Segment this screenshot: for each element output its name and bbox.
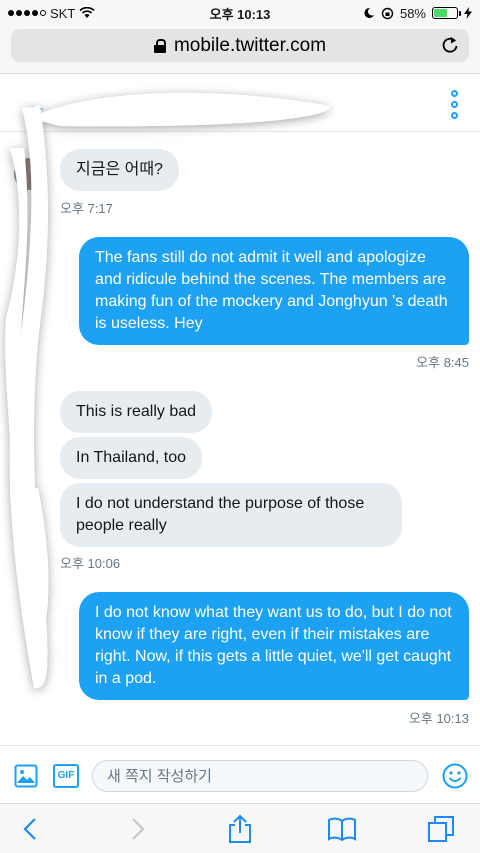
url-text: mobile.twitter.com [173,34,327,56]
reload-icon[interactable] [441,36,459,54]
emoji-icon[interactable] [442,763,468,789]
bookmarks-icon[interactable] [327,814,357,844]
image-upload-icon[interactable] [14,764,38,788]
message-timestamp: 오후 10:13 [408,711,469,726]
message-bubble-incoming: I do not understand the purpose of those… [60,483,402,547]
share-icon[interactable] [225,814,255,844]
vertical-dots-icon[interactable] [448,90,460,119]
browser-back-icon[interactable] [16,814,46,844]
status-bar: SKT 오후 10:13 58% [0,0,480,26]
message-bubble-outgoing: The fans still do not admit it well and … [79,237,469,345]
battery-level [434,9,447,17]
carrier-signal: SKT [8,6,95,21]
battery-icon [432,7,461,19]
conversation-header: ← [0,74,480,132]
gif-button[interactable]: GIF [53,764,79,788]
message-bubble-incoming: In Thailand, too [60,437,203,479]
avatar[interactable] [14,158,46,190]
battery-percent: 58% [399,5,426,21]
browser-toolbar [0,803,480,853]
tabs-icon[interactable] [426,814,456,844]
message-bubble-incoming: This is really bad [60,391,213,433]
signal-strength-icon [8,10,46,16]
do-not-disturb-icon [364,7,374,18]
charging-bolt-icon [464,7,472,19]
browser-forward-icon[interactable] [122,814,152,844]
message-bubble-incoming: 지금은 어때? [60,149,179,191]
message-composer: GIF [0,745,480,803]
message-bubble-outgoing: I do not know what they want us to do, b… [79,592,469,700]
rotation-lock-icon [381,7,394,19]
wifi-icon [79,7,95,18]
carrier-name: SKT [50,5,76,21]
message-timestamp: 오후 8:45 [416,355,469,370]
browser-address-area: mobile.twitter.com [0,26,480,74]
message-timestamp: 오후 7:17 [60,201,113,216]
message-timestamp: 오후 10:06 [60,556,121,571]
message-input[interactable] [92,760,428,792]
back-arrow-icon[interactable]: ← [24,92,48,120]
lock-icon [153,38,166,53]
address-bar[interactable]: mobile.twitter.com [11,29,469,62]
